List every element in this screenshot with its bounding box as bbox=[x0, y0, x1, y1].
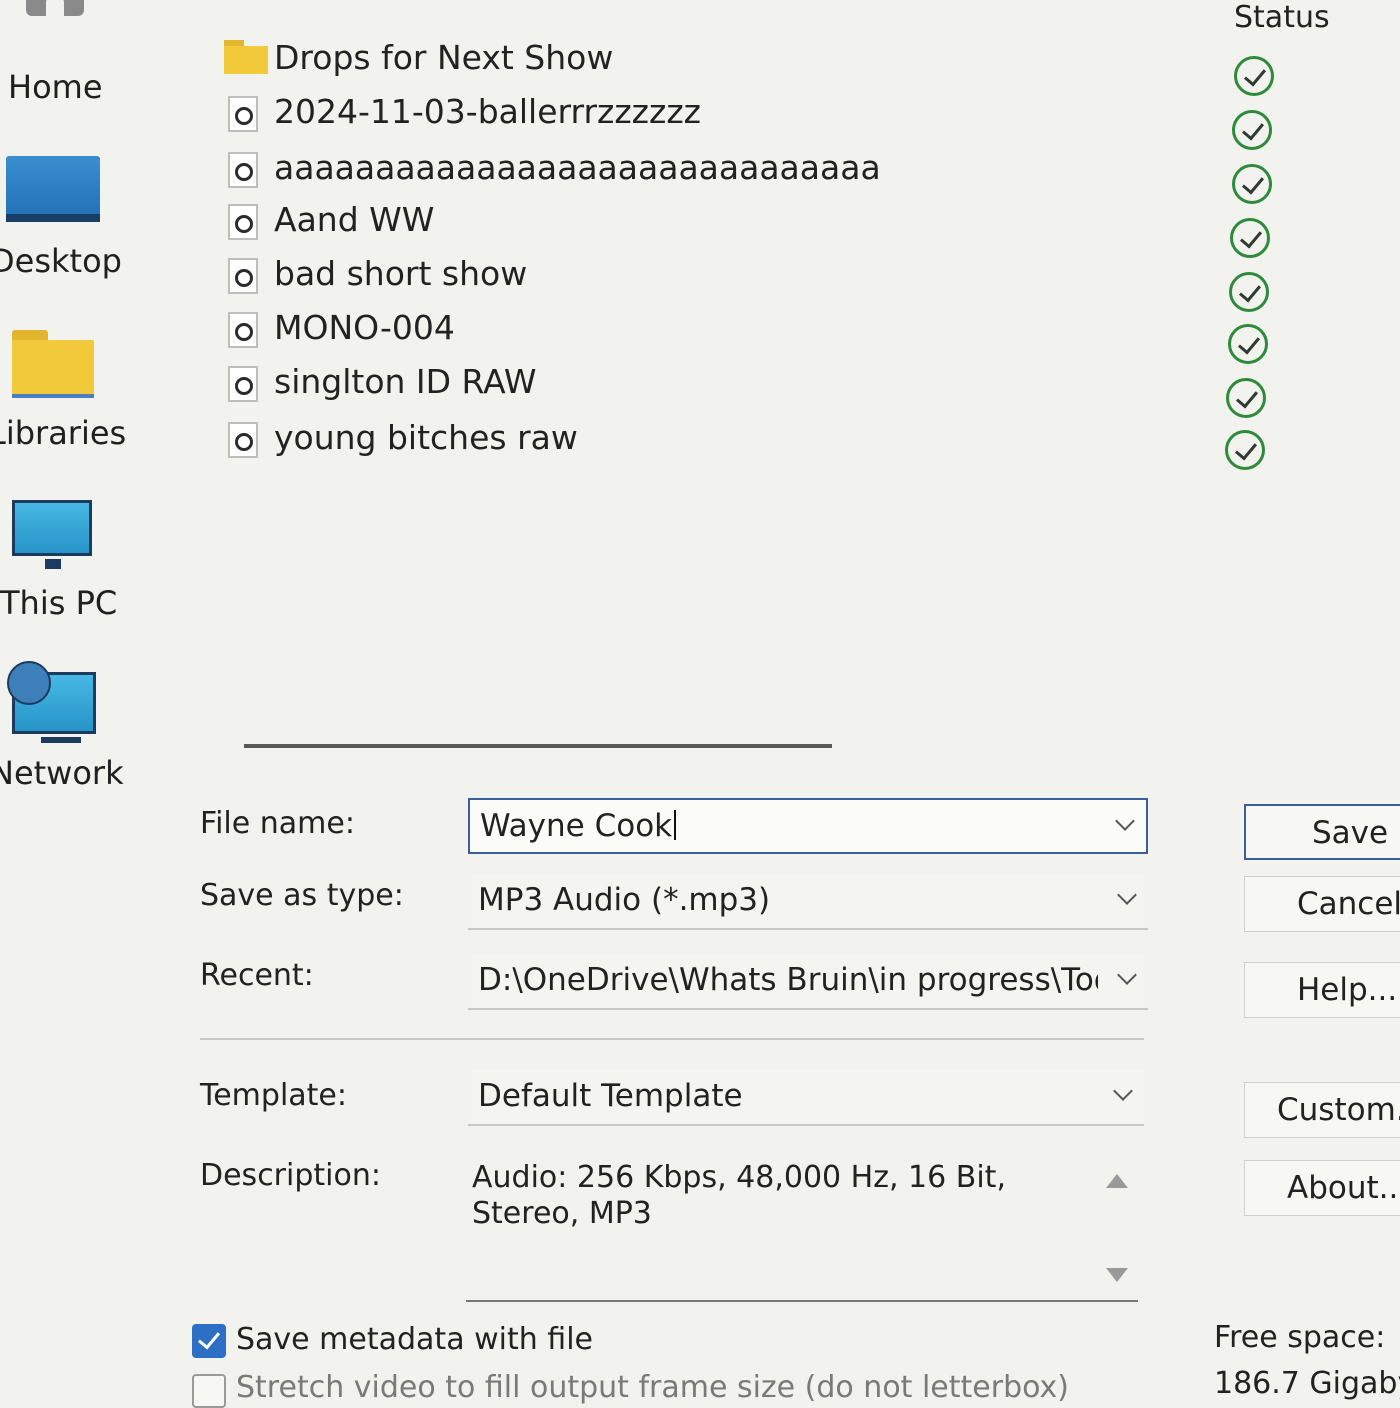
description-text: Audio: 256 Kbps, 48,000 Hz, 16 Bit, Ster… bbox=[472, 1160, 1006, 1231]
place-label: This PC bbox=[0, 584, 118, 622]
status-ok-icon bbox=[1225, 430, 1265, 470]
file-name: singlton ID RAW bbox=[274, 362, 537, 401]
home-icon bbox=[14, 0, 94, 30]
folder-icon bbox=[224, 40, 268, 74]
status-ok-icon bbox=[1226, 378, 1266, 418]
audio-file-icon bbox=[228, 152, 258, 188]
horizontal-scrollbar[interactable] bbox=[244, 744, 832, 748]
list-item-folder[interactable]: Drops for Next Show bbox=[224, 34, 1124, 84]
list-item[interactable]: singlton ID RAW bbox=[224, 358, 1124, 408]
places-bar: Home Desktop Libraries This PC Network bbox=[0, 0, 140, 800]
scroll-down-icon[interactable] bbox=[1106, 1268, 1128, 1282]
chevron-down-icon[interactable] bbox=[1117, 885, 1137, 905]
status-ok-icon bbox=[1232, 164, 1272, 204]
file-name: aaaaaaaaaaaaaaaaaaaaaaaaaaaaaa bbox=[274, 148, 881, 187]
list-item[interactable]: MONO-004 bbox=[224, 304, 1124, 354]
divider bbox=[200, 1038, 1144, 1040]
template-label: Template: bbox=[200, 1078, 347, 1113]
desktop-icon bbox=[6, 156, 100, 222]
audio-file-icon bbox=[228, 258, 258, 294]
stretch-video-checkbox[interactable] bbox=[192, 1374, 226, 1408]
recent-label: Recent: bbox=[200, 958, 314, 993]
list-item[interactable]: aaaaaaaaaaaaaaaaaaaaaaaaaaaaaa bbox=[224, 144, 1124, 194]
chevron-down-icon[interactable] bbox=[1117, 965, 1137, 985]
save-as-type-label: Save as type: bbox=[200, 878, 404, 913]
chevron-down-icon[interactable] bbox=[1115, 811, 1135, 831]
place-label: Desktop bbox=[0, 242, 122, 280]
file-name-value: Wayne Cook bbox=[480, 808, 673, 844]
save-as-type-select[interactable]: MP3 Audio (*.mp3) bbox=[468, 874, 1148, 930]
save-as-type-value: MP3 Audio (*.mp3) bbox=[478, 882, 771, 918]
place-label: Home bbox=[8, 68, 103, 106]
place-label: Network bbox=[0, 754, 124, 792]
file-name: MONO-004 bbox=[274, 308, 455, 347]
list-item[interactable]: 2024-11-03-ballerrrzzzzzz bbox=[224, 88, 1124, 138]
file-name: Aand WW bbox=[274, 200, 435, 239]
status-ok-icon bbox=[1234, 56, 1274, 96]
audio-file-icon bbox=[228, 366, 258, 402]
status-ok-icon bbox=[1229, 272, 1269, 312]
free-space-value: 186.7 Gigabytes bbox=[1214, 1366, 1400, 1401]
template-select[interactable]: Default Template bbox=[468, 1070, 1144, 1126]
audio-file-icon bbox=[228, 312, 258, 348]
free-space-label: Free space: bbox=[1214, 1320, 1386, 1355]
status-ok-icon bbox=[1228, 324, 1268, 364]
audio-file-icon bbox=[228, 204, 258, 240]
help-button[interactable]: Help... bbox=[1244, 962, 1400, 1018]
file-name: Drops for Next Show bbox=[274, 38, 614, 77]
list-item[interactable]: young bitches raw bbox=[224, 414, 1124, 464]
audio-file-icon bbox=[228, 96, 258, 132]
place-label: Libraries bbox=[0, 414, 127, 452]
libraries-icon bbox=[12, 330, 94, 398]
text-cursor bbox=[674, 810, 677, 840]
cancel-button[interactable]: Cancel bbox=[1244, 876, 1400, 932]
file-name-input[interactable]: Wayne Cook bbox=[468, 798, 1148, 854]
save-button[interactable]: Save bbox=[1244, 804, 1400, 860]
save-metadata-label[interactable]: Save metadata with file bbox=[236, 1322, 593, 1357]
chevron-down-icon[interactable] bbox=[1113, 1081, 1133, 1101]
description-label: Description: bbox=[200, 1158, 381, 1193]
status-ok-icon bbox=[1232, 110, 1272, 150]
status-ok-icon bbox=[1230, 218, 1270, 258]
file-name: 2024-11-03-ballerrrzzzzzz bbox=[274, 92, 701, 131]
recent-select[interactable]: D:\OneDrive\Whats Bruin\in progress\Toda… bbox=[468, 954, 1148, 1010]
about-button[interactable]: About... bbox=[1244, 1160, 1400, 1216]
template-value: Default Template bbox=[478, 1078, 743, 1114]
status-column-header[interactable]: Status bbox=[1234, 0, 1330, 35]
audio-file-icon bbox=[228, 422, 258, 458]
file-name: bad short show bbox=[274, 254, 528, 293]
list-item[interactable]: Aand WW bbox=[224, 196, 1124, 246]
this-pc-icon bbox=[12, 500, 92, 569]
scroll-up-icon[interactable] bbox=[1106, 1174, 1128, 1188]
save-metadata-checkbox[interactable] bbox=[192, 1324, 226, 1358]
list-item[interactable]: bad short show bbox=[224, 250, 1124, 300]
file-name: young bitches raw bbox=[274, 418, 578, 457]
recent-value: D:\OneDrive\Whats Bruin\in progress\Toda… bbox=[478, 962, 1098, 998]
network-icon bbox=[7, 661, 96, 743]
custom-button[interactable]: Custom... bbox=[1244, 1082, 1400, 1138]
file-name-label: File name: bbox=[200, 806, 355, 841]
